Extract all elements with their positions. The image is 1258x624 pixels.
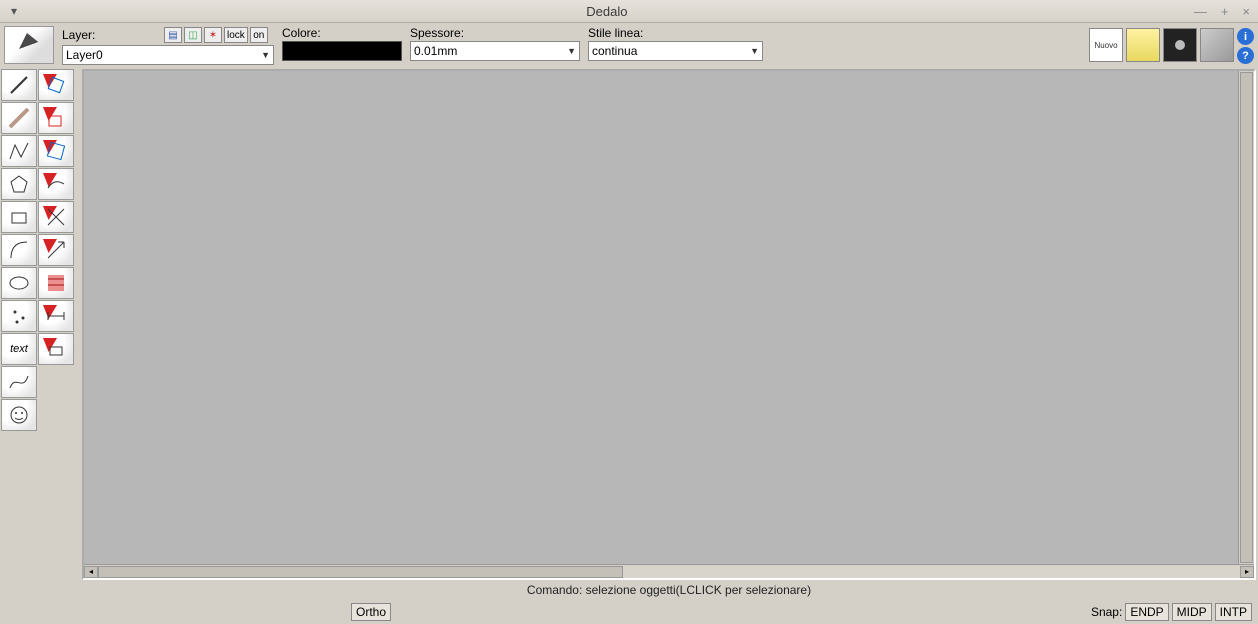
export-button[interactable] [1200, 28, 1234, 62]
ellipse-tool[interactable] [1, 267, 37, 299]
layer-on-button[interactable]: on [250, 27, 268, 43]
layer-add-icon[interactable]: ◫ [184, 27, 202, 43]
line-tool[interactable] [1, 69, 37, 101]
info-icon[interactable]: i [1237, 28, 1254, 45]
color-swatch[interactable] [282, 41, 402, 61]
linestyle-select[interactable]: continua ▼ [588, 41, 763, 61]
layer-del-icon[interactable]: ✶ [204, 27, 222, 43]
thickness-label: Spessore: [410, 26, 580, 40]
drawing-canvas[interactable] [84, 71, 1238, 564]
chamfer-tool[interactable] [38, 168, 74, 200]
linestyle-value: continua [592, 44, 637, 58]
polygon-tool[interactable] [1, 168, 37, 200]
rectangle-tool[interactable] [1, 201, 37, 233]
scroll-right-icon[interactable]: ▸ [1240, 566, 1254, 578]
hatch-tool[interactable] [38, 267, 74, 299]
snap-midp-button[interactable]: MIDP [1172, 603, 1212, 621]
layer-select-value: Layer0 [66, 48, 103, 62]
linestyle-label: Stile linea: [588, 26, 763, 40]
app-menu-icon[interactable]: ▾ [8, 5, 20, 17]
maximize-icon[interactable]: + [1221, 5, 1229, 18]
file-toolbar: Nuovo i ? [1089, 26, 1254, 64]
ortho-toggle[interactable]: Ortho [351, 603, 391, 621]
help-icon[interactable]: ? [1237, 47, 1254, 64]
color-group: Colore: [282, 26, 402, 61]
toolbox: text [0, 67, 80, 624]
measure-tool[interactable] [38, 333, 74, 365]
canvas-wrap: ◂ ▸ [82, 69, 1256, 580]
new-file-button[interactable]: Nuovo [1089, 28, 1123, 62]
window-title: Dedalo [20, 4, 1194, 19]
scroll-left-icon[interactable]: ◂ [84, 566, 98, 578]
snap-intp-button[interactable]: INTP [1215, 603, 1252, 621]
text-tool[interactable]: text [1, 333, 37, 365]
status-bar: Ortho Snap: ENDP MIDP INTP [80, 600, 1258, 624]
chevron-down-icon: ▼ [567, 46, 576, 56]
arc-tool[interactable] [1, 234, 37, 266]
window-controls: — + × [1194, 5, 1250, 18]
face-tool[interactable] [1, 399, 37, 431]
snap-label: Snap: [1091, 605, 1122, 619]
point-tool[interactable] [1, 300, 37, 332]
extend-tool[interactable] [38, 234, 74, 266]
polyline-tool[interactable] [1, 135, 37, 167]
rotate-tool[interactable] [38, 102, 74, 134]
segment-tool[interactable] [1, 102, 37, 134]
main-row: text ◂ ▸ Comando: selezione oggetti(LCLI… [0, 67, 1258, 624]
move-tool[interactable] [38, 69, 74, 101]
trim-tool[interactable] [38, 201, 74, 233]
minimize-icon[interactable]: — [1194, 5, 1207, 18]
dimension-tool[interactable] [38, 300, 74, 332]
color-label: Colore: [282, 26, 402, 40]
titlebar: ▾ Dedalo — + × [0, 0, 1258, 23]
app-logo[interactable] [4, 26, 54, 64]
close-icon[interactable]: × [1242, 5, 1250, 18]
top-toolbar: Layer: ▤ ◫ ✶ lock on Layer0 ▼ Colore: Sp… [0, 23, 1258, 67]
snap-endp-button[interactable]: ENDP [1125, 603, 1168, 621]
layer-lock-button[interactable]: lock [224, 27, 248, 43]
chevron-down-icon: ▼ [261, 50, 270, 60]
horizontal-scrollbar[interactable]: ◂ ▸ [84, 564, 1254, 578]
layer-select[interactable]: Layer0 ▼ [62, 45, 274, 65]
save-file-button[interactable] [1163, 28, 1197, 62]
linestyle-group: Stile linea: continua ▼ [588, 26, 763, 61]
thickness-value: 0.01mm [414, 44, 457, 58]
layer-label: Layer: [62, 28, 162, 42]
spline-tool[interactable] [1, 366, 37, 398]
open-file-button[interactable] [1126, 28, 1160, 62]
command-status: Comando: selezione oggetti(LCLICK per se… [80, 580, 1258, 600]
scale-tool[interactable] [38, 135, 74, 167]
chevron-down-icon: ▼ [750, 46, 759, 56]
thickness-group: Spessore: 0.01mm ▼ [410, 26, 580, 61]
layer-group: Layer: ▤ ◫ ✶ lock on Layer0 ▼ [62, 26, 274, 65]
vertical-scrollbar[interactable] [1238, 71, 1254, 564]
layer-list-icon[interactable]: ▤ [164, 27, 182, 43]
thickness-select[interactable]: 0.01mm ▼ [410, 41, 580, 61]
